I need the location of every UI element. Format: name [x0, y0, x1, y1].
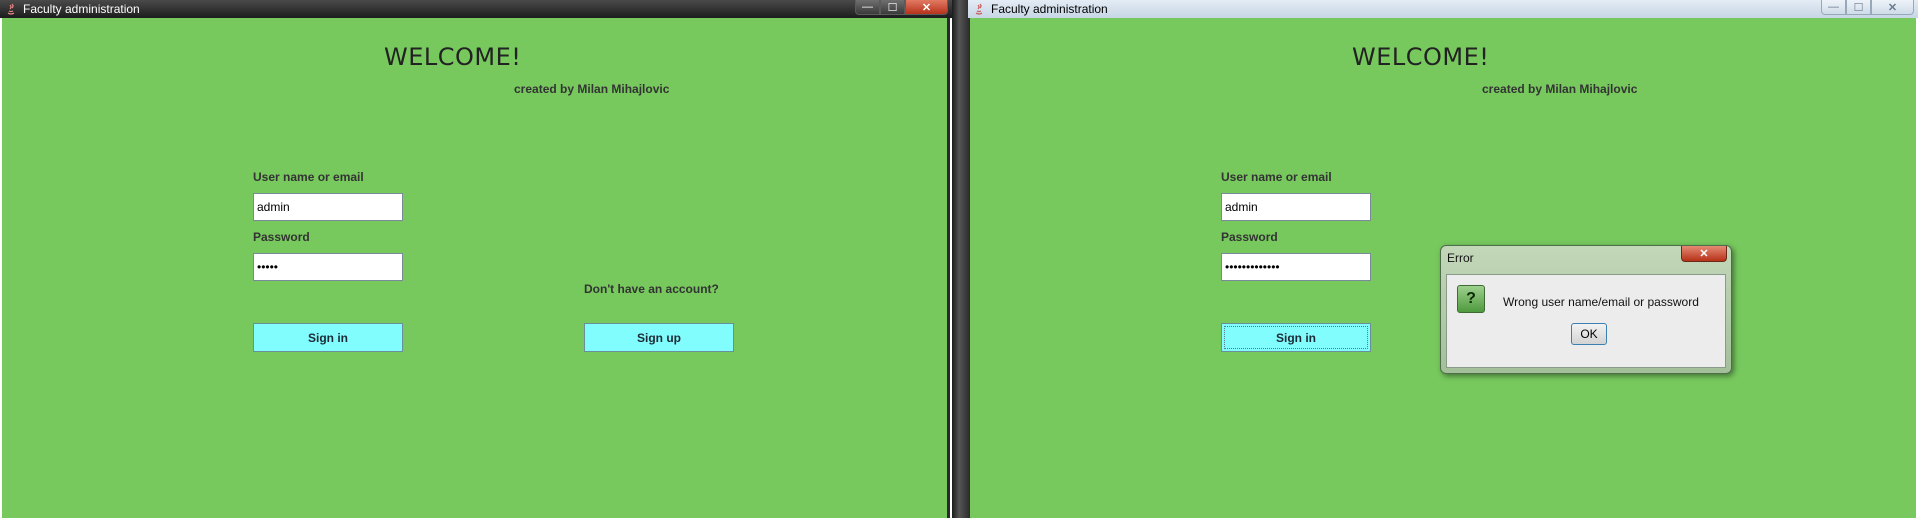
sign-up-button[interactable]: Sign up — [584, 323, 734, 352]
username-label: User name or email — [253, 170, 364, 184]
login-panel: WELCOME! created by Milan Mihajlovic Use… — [2, 18, 950, 518]
username-input[interactable]: admin — [253, 193, 403, 221]
minimize-button[interactable]: — — [855, 0, 880, 15]
welcome-heading: WELCOME! — [384, 43, 522, 71]
java-app-icon — [4, 3, 17, 16]
credit-text: created by Milan Mihajlovic — [1482, 82, 1638, 96]
dialog-title: Error — [1447, 251, 1474, 265]
minimize-button[interactable]: — — [1821, 0, 1846, 15]
maximize-button[interactable]: ☐ — [880, 0, 905, 15]
password-label: Password — [1221, 230, 1278, 244]
password-input[interactable]: ••••••••••••• — [1221, 253, 1371, 281]
window-title: Faculty administration — [23, 2, 140, 16]
java-app-icon — [972, 3, 985, 16]
left-titlebar[interactable]: Faculty administration — ☐ ✕ — [0, 0, 952, 18]
welcome-heading: WELCOME! — [1352, 43, 1490, 71]
no-account-text: Don't have an account? — [584, 282, 719, 296]
window-title: Faculty administration — [991, 2, 1108, 16]
dialog-close-button[interactable]: ✕ — [1681, 246, 1727, 262]
error-message: Wrong user name/email or password — [1503, 295, 1699, 309]
window-controls: — ☐ ✕ — [855, 0, 948, 15]
sign-in-button[interactable]: Sign in — [1221, 323, 1371, 352]
ok-button[interactable]: OK — [1571, 323, 1607, 345]
password-input[interactable]: ••••• — [253, 253, 403, 281]
question-icon: ? — [1457, 285, 1485, 313]
username-input[interactable]: admin — [1221, 193, 1371, 221]
credit-text: created by Milan Mihajlovic — [514, 82, 670, 96]
error-dialog: Error ✕ ? Wrong user name/email or passw… — [1440, 245, 1732, 374]
password-label: Password — [253, 230, 310, 244]
left-window: Faculty administration — ☐ ✕ WELCOME! cr… — [0, 0, 952, 518]
username-label: User name or email — [1221, 170, 1332, 184]
close-button[interactable]: ✕ — [905, 0, 948, 15]
close-button[interactable]: ✕ — [1871, 0, 1914, 15]
window-controls: — ☐ ✕ — [1821, 0, 1914, 15]
dialog-body: ? Wrong user name/email or password OK — [1446, 274, 1726, 368]
maximize-button[interactable]: ☐ — [1846, 0, 1871, 15]
sign-in-button[interactable]: Sign in — [253, 323, 403, 352]
right-titlebar[interactable]: Faculty administration — ☐ ✕ — [968, 0, 1918, 18]
